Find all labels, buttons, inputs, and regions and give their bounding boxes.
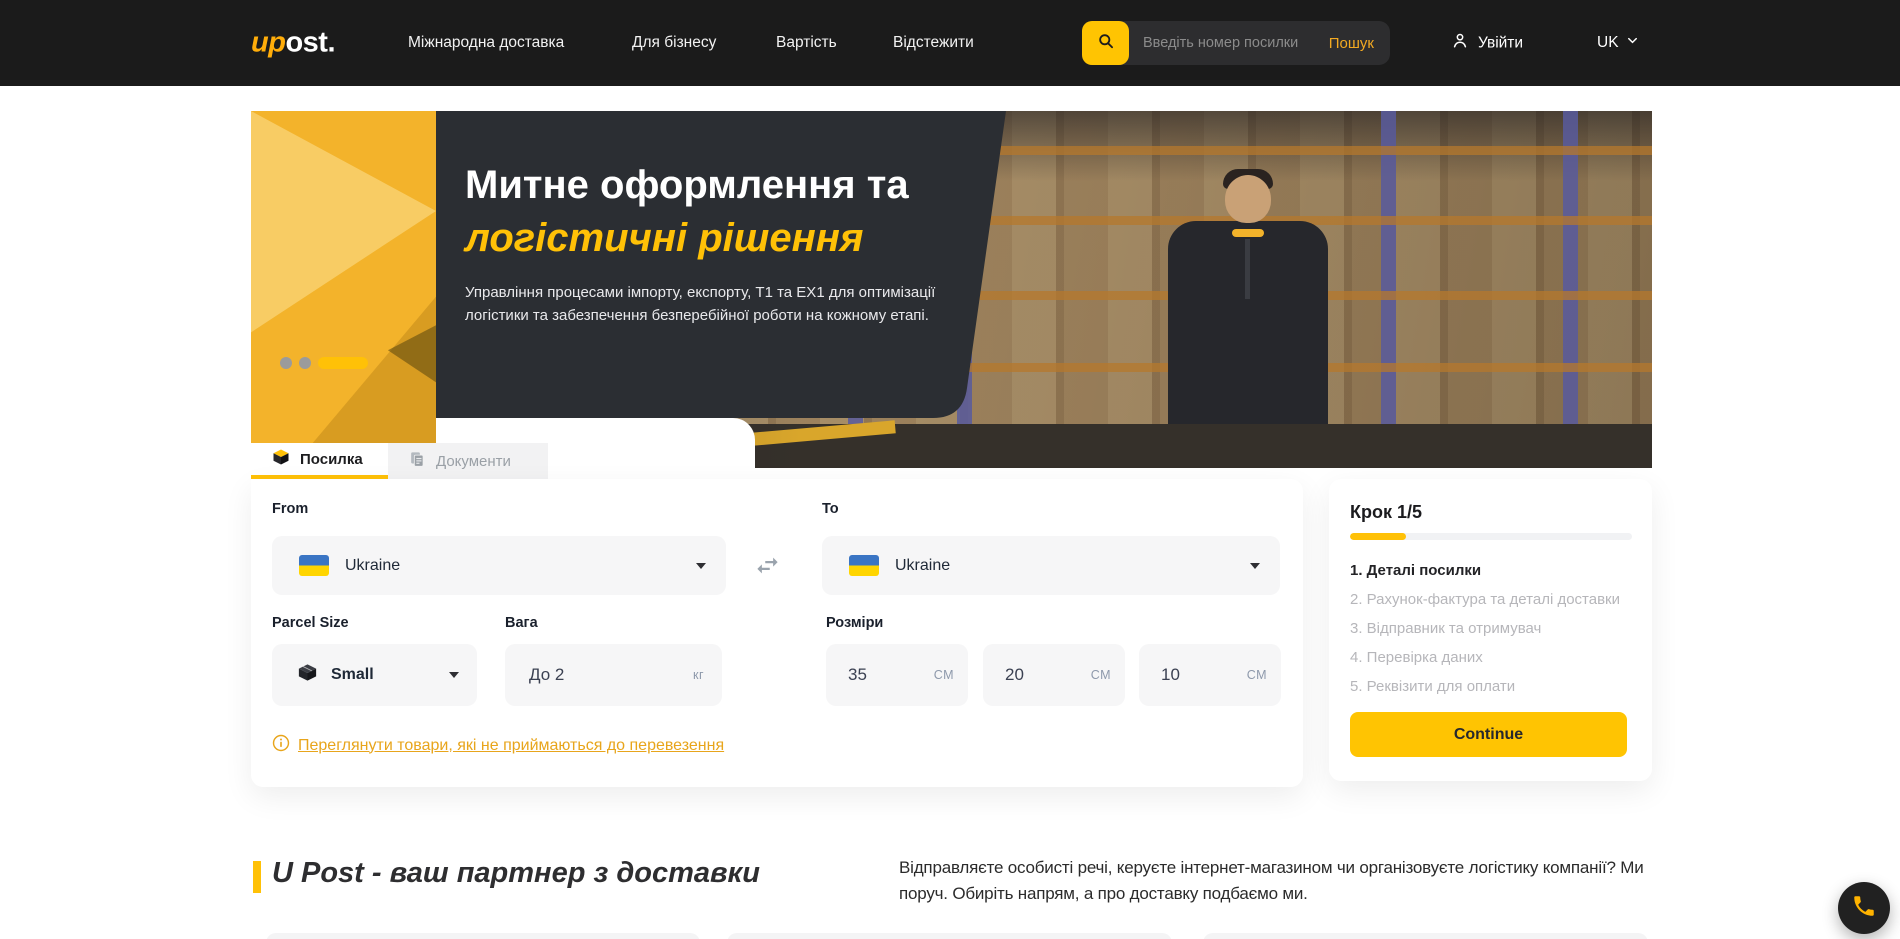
hero-description: Управління процесами імпорту, експорту, … [465, 282, 970, 327]
to-label: To [822, 501, 839, 517]
dimension-height-field: см [1139, 644, 1281, 706]
dimensions-label: Розміри [826, 615, 883, 631]
logo[interactable]: upost. [251, 27, 335, 60]
parcel-size-box-icon [296, 661, 319, 689]
step-item-3: 3. Відправник та отримувач [1350, 620, 1620, 637]
weight-input[interactable] [529, 665, 599, 685]
swap-icon[interactable] [754, 552, 781, 584]
header: upost. Міжнародна доставка Для бізнесу В… [0, 0, 1900, 86]
from-label: From [272, 501, 308, 517]
direction-card[interactable] [727, 933, 1172, 939]
step-item-4: 4. Перевірка даних [1350, 649, 1620, 666]
continue-button[interactable]: Continue [1350, 712, 1627, 757]
step-item-1: 1. Деталі посилки [1350, 562, 1620, 579]
language-label: UK [1597, 34, 1619, 52]
from-select[interactable]: Ukraine [272, 536, 726, 595]
direction-card[interactable] [266, 933, 700, 939]
weight-field: кг [505, 644, 722, 706]
search-input[interactable] [1129, 35, 1329, 51]
carousel-dots [280, 357, 368, 369]
user-icon [1450, 31, 1470, 56]
from-value: Ukraine [345, 557, 400, 575]
section-heading: U Post - ваш партнер з доставки [272, 857, 760, 890]
login-button[interactable]: Увійти [1450, 31, 1523, 56]
nav-track[interactable]: Відстежити [893, 34, 974, 52]
heading-accent-bar [253, 861, 261, 893]
login-label: Увійти [1478, 34, 1523, 52]
direction-card[interactable] [1203, 933, 1648, 939]
weight-label: Вага [505, 615, 538, 631]
nav-international-delivery[interactable]: Міжнародна доставка [408, 34, 564, 52]
dimension-height-input[interactable] [1161, 665, 1209, 685]
carousel-dot[interactable] [280, 357, 292, 369]
caret-down-icon [696, 563, 706, 569]
caret-down-icon [1250, 563, 1260, 569]
weight-unit: кг [693, 668, 704, 682]
to-select[interactable]: Ukraine [822, 536, 1280, 595]
hero-banner: Митне оформлення та логістичні рішення У… [251, 111, 1652, 468]
step-item-2: 2. Рахунок-фактура та деталі доставки [1350, 591, 1620, 608]
step-item-5: 5. Реквізити для оплати [1350, 678, 1620, 695]
parcel-size-label: Parcel Size [272, 615, 349, 631]
dimension-unit: см [934, 668, 954, 682]
tab-parcel[interactable]: Посилка [251, 443, 388, 479]
search-submit-label[interactable]: Пошук [1329, 35, 1390, 52]
logo-rest: ost. [285, 27, 335, 59]
page: upost. Міжнародна доставка Для бізнесу В… [0, 0, 1900, 939]
calculator-card: From Ukraine To Ukraine Parcel Size Smal… [251, 479, 1303, 787]
tracking-search: Пошук [1082, 21, 1390, 65]
ukraine-flag-icon [299, 555, 329, 576]
steps-card: Крок 1/5 1. Деталі посилки 2. Рахунок-фа… [1329, 479, 1652, 781]
language-selector[interactable]: UK [1597, 33, 1640, 53]
dimension-unit: см [1091, 668, 1111, 682]
call-widget-button[interactable] [1838, 882, 1890, 934]
progress-bar [1350, 533, 1632, 540]
caret-down-icon [449, 672, 459, 678]
restricted-goods-link[interactable]: Переглянути товари, які не приймаються д… [272, 734, 724, 757]
tab-documents[interactable]: Документи [388, 443, 548, 479]
search-button[interactable] [1082, 21, 1129, 65]
ukraine-flag-icon [849, 555, 879, 576]
search-icon [1096, 31, 1116, 56]
tab-documents-label: Документи [436, 453, 511, 470]
chevron-down-icon [1625, 33, 1640, 53]
to-value: Ukraine [895, 557, 950, 575]
carousel-dot[interactable] [299, 357, 311, 369]
nav-pricing[interactable]: Вартість [776, 34, 837, 52]
hero-title-line2: логістичні рішення [465, 212, 1025, 264]
hero-yellow-panel [251, 111, 436, 468]
tab-parcel-label: Посилка [300, 451, 363, 468]
documents-icon [408, 450, 427, 473]
parcel-box-icon [271, 447, 291, 471]
carousel-dot-active[interactable] [318, 357, 368, 369]
restricted-goods-link-text[interactable]: Переглянути товари, які не приймаються д… [298, 737, 724, 755]
dimension-length-input[interactable] [848, 665, 896, 685]
logo-accent: up [251, 27, 285, 59]
dimension-width-field: см [983, 644, 1125, 706]
hero-title-line1: Митне оформлення та [465, 159, 1025, 211]
steps-list: 1. Деталі посилки 2. Рахунок-фактура та … [1350, 562, 1620, 707]
step-counter: Крок 1/5 [1350, 502, 1422, 523]
dimension-unit: см [1247, 668, 1267, 682]
phone-icon [1851, 893, 1877, 924]
info-icon [272, 734, 290, 757]
section-description: Відправляєте особисті речі, керуєте інте… [899, 855, 1651, 907]
parcel-size-value: Small [331, 666, 374, 684]
progress-fill [1350, 533, 1406, 540]
dimension-length-field: см [826, 644, 968, 706]
nav-for-business[interactable]: Для бізнесу [632, 34, 716, 52]
dimension-width-input[interactable] [1005, 665, 1053, 685]
parcel-size-select[interactable]: Small [272, 644, 477, 706]
